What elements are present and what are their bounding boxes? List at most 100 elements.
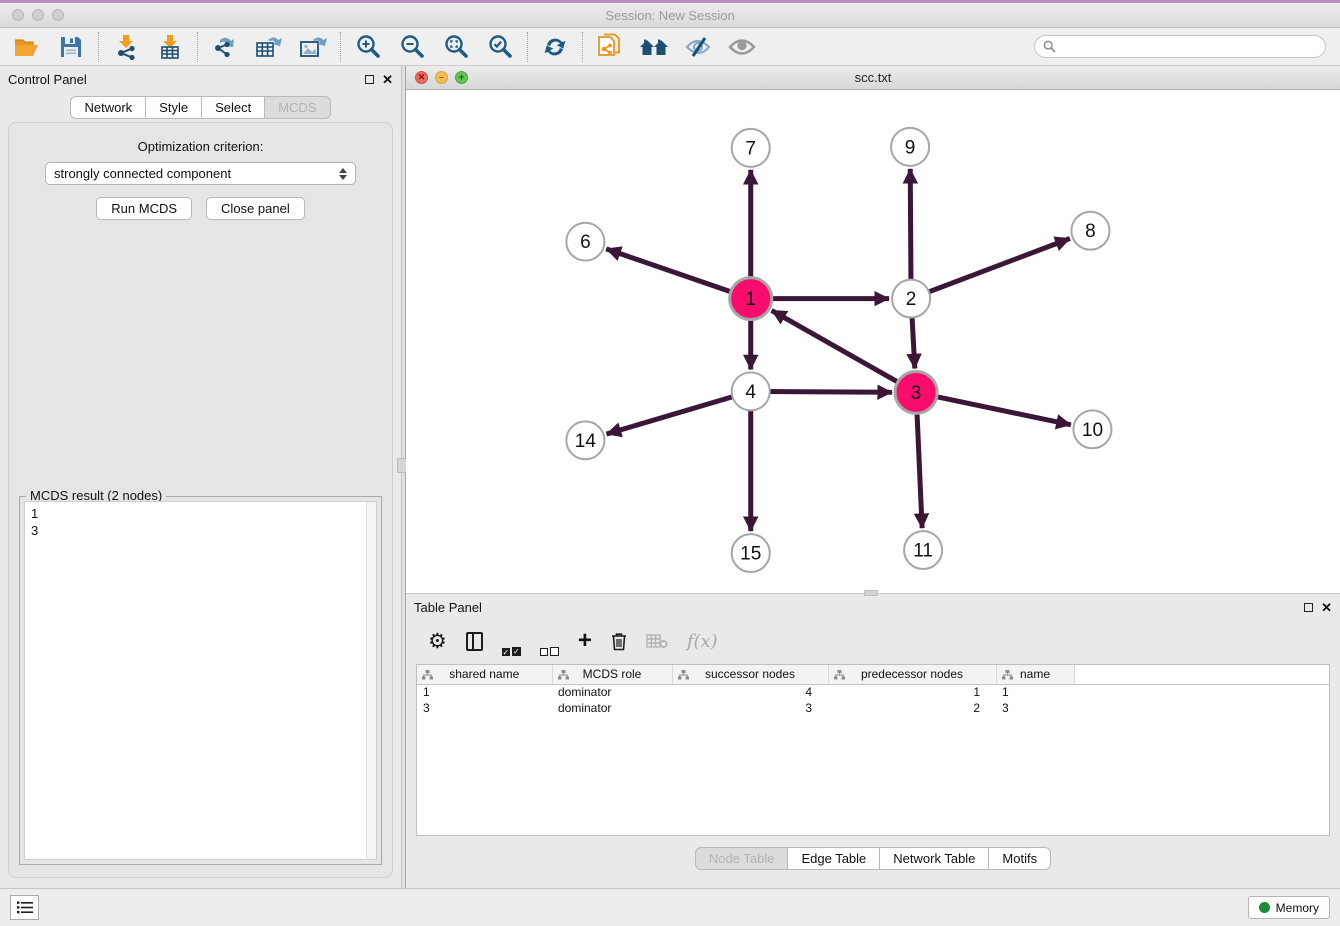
node-1[interactable]: 1 [730,278,772,320]
svg-text:1: 1 [745,289,756,310]
table-panel-tabs: Node TableEdge TableNetwork TableMotifs [695,847,1051,870]
zoom-fit-icon[interactable] [441,33,471,61]
edge-4-14[interactable] [607,391,751,434]
window-title: Session: New Session [0,8,1340,23]
delete-table-icon[interactable] [646,626,668,656]
export-image-icon[interactable] [298,33,328,61]
search-box[interactable] [1034,35,1326,58]
node-9[interactable]: 9 [891,128,929,166]
svg-text:8: 8 [1085,221,1096,242]
edge-1-6[interactable] [606,249,751,299]
close-panel-button[interactable]: Close panel [206,197,305,220]
tab-mcds[interactable]: MCDS [265,96,330,119]
cell-predecessor-nodes[interactable]: 2 [828,700,996,716]
export-network-icon[interactable] [210,33,240,61]
zoom-selected-icon[interactable] [485,33,515,61]
zoom-out-icon[interactable] [397,33,427,61]
float-table-panel-icon[interactable] [1304,603,1313,612]
node-2[interactable]: 2 [892,280,930,318]
show-all-icon[interactable] [727,33,757,61]
table-row[interactable]: 3dominator323 [417,700,1329,716]
main-toolbar [0,28,1340,66]
column-panel-icon[interactable] [466,626,483,656]
first-neighbors-icon[interactable] [639,33,669,61]
import-table-icon[interactable] [155,33,185,61]
table-toolbar: ⚙ ✓✓ + f(x) [406,620,1340,662]
cell-shared-name[interactable]: 1 [417,684,552,700]
close-panel-icon[interactable]: ✕ [382,73,393,86]
cell-successor-nodes[interactable]: 4 [672,684,828,700]
svg-text:14: 14 [575,431,597,452]
float-panel-icon[interactable] [365,75,374,84]
node-6[interactable]: 6 [566,223,604,261]
column-sort-icon [678,669,689,683]
network-graph[interactable]: 7 9 6 8 1 2 4 3 14 10 15 11 [406,90,1340,593]
node-11[interactable]: 11 [904,531,942,569]
delete-column-icon[interactable] [611,626,627,656]
edge-3-1[interactable] [772,310,916,392]
tab-select[interactable]: Select [202,96,265,119]
tab-network-table[interactable]: Network Table [880,847,989,870]
cell-MCDS-role[interactable]: dominator [552,684,672,700]
table-row[interactable]: 1dominator411 [417,684,1329,700]
search-input[interactable] [1061,40,1317,54]
node-7[interactable]: 7 [732,129,770,167]
table-options-icon[interactable]: ⚙ [428,626,447,656]
tab-edge-table[interactable]: Edge Table [788,847,880,870]
deselect-all-columns-icon[interactable] [540,626,559,656]
close-table-panel-icon[interactable]: ✕ [1321,601,1332,614]
hide-selected-icon[interactable] [683,33,713,61]
task-history-button[interactable] [10,895,39,920]
cell-name[interactable]: 1 [996,684,1074,700]
import-network-icon[interactable] [111,33,141,61]
save-session-icon[interactable] [56,33,86,61]
edge-3-10[interactable] [916,392,1071,424]
column-header-predecessor-nodes[interactable]: predecessor nodes [828,665,996,684]
column-header-shared-name[interactable]: shared name [417,665,552,684]
search-icon [1043,40,1056,53]
column-header-name[interactable]: name [996,665,1074,684]
horizontal-splitter-grip[interactable] [864,590,878,596]
edge-4-3[interactable] [751,391,892,392]
node-table[interactable]: shared nameMCDS rolesuccessor nodesprede… [416,664,1330,836]
open-session-icon[interactable] [12,33,42,61]
column-header-successor-nodes[interactable]: successor nodes [672,665,828,684]
function-builder-icon[interactable]: f(x) [687,626,718,656]
application-window: Session: New Session [0,0,1340,926]
export-table-icon[interactable] [254,33,284,61]
tab-motifs[interactable]: Motifs [989,847,1051,870]
mcds-panel: Optimization criterion: strongly connect… [8,122,393,878]
node-8[interactable]: 8 [1071,212,1109,250]
node-14[interactable]: 14 [566,421,604,459]
svg-text:11: 11 [913,541,933,562]
memory-label: Memory [1276,901,1319,915]
select-all-columns-icon[interactable]: ✓✓ [502,626,521,656]
column-sort-icon [558,669,569,683]
cell-shared-name[interactable]: 3 [417,700,552,716]
network-canvas[interactable]: 7 9 6 8 1 2 4 3 14 10 15 11 [406,90,1340,593]
add-column-icon[interactable]: + [578,626,592,656]
tab-node-table[interactable]: Node Table [695,847,789,870]
cell-successor-nodes[interactable]: 3 [672,700,828,716]
column-header-MCDS-role[interactable]: MCDS role [552,665,672,684]
memory-button[interactable]: Memory [1248,896,1330,919]
zoom-in-icon[interactable] [353,33,383,61]
cell-predecessor-nodes[interactable]: 1 [828,684,996,700]
cell-MCDS-role[interactable]: dominator [552,700,672,716]
cell-name[interactable]: 3 [996,700,1074,716]
node-10[interactable]: 10 [1073,410,1111,448]
node-3[interactable]: 3 [895,371,937,413]
node-4[interactable]: 4 [732,372,770,410]
column-sort-icon [1002,669,1013,683]
control-panel-tabs: NetworkStyleSelectMCDS [70,96,330,119]
optimization-criterion-select[interactable]: strongly connected component [45,162,356,185]
clone-network-icon[interactable] [595,33,625,61]
node-15[interactable]: 15 [732,534,770,572]
edge-2-8[interactable] [911,239,1070,299]
mcds-result-text[interactable]: 1 3 [24,501,377,860]
run-mcds-button[interactable]: Run MCDS [96,197,192,220]
control-panel: Control Panel ✕ NetworkStyleSelectMCDS O… [0,66,401,888]
tab-network[interactable]: Network [70,96,146,119]
apply-layout-icon[interactable] [540,33,570,61]
tab-style[interactable]: Style [146,96,202,119]
